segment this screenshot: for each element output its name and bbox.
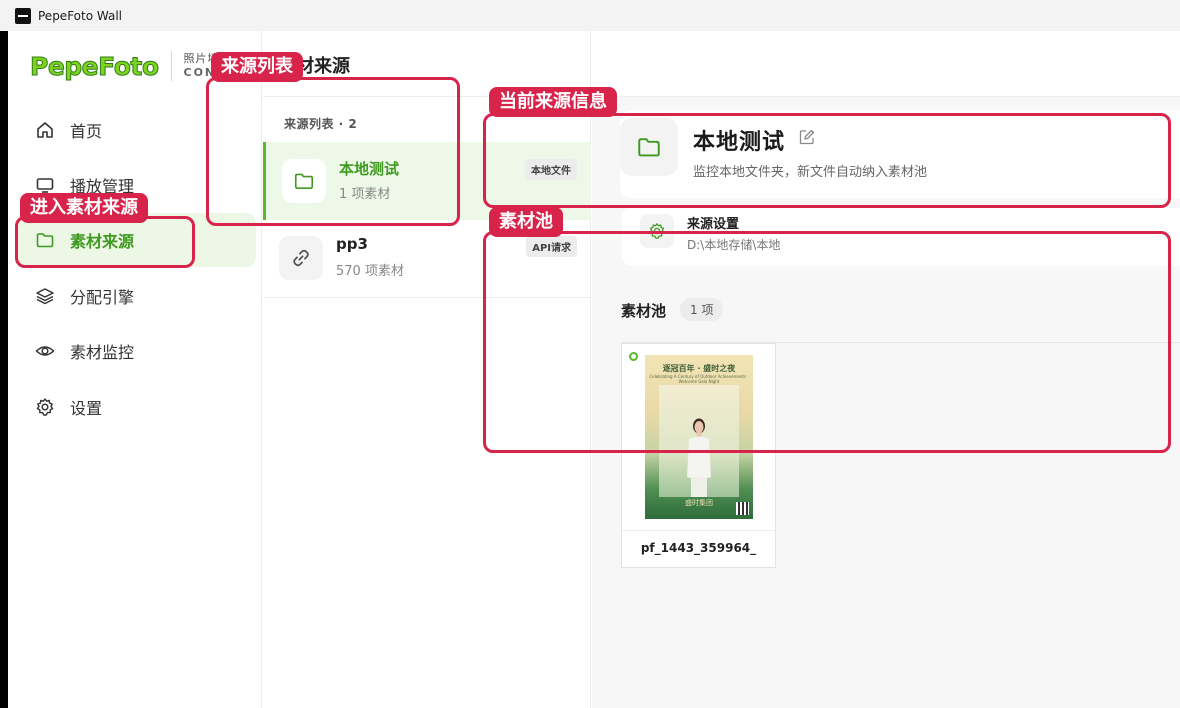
gear-icon: [34, 396, 56, 418]
source-count: 570 项素材: [336, 264, 404, 279]
link-icon: [279, 236, 323, 280]
sidebar-item-settings[interactable]: 设置: [16, 380, 256, 434]
eye-icon: [34, 340, 56, 362]
sidebar-item-label: 素材监控: [70, 343, 135, 362]
annotation-label-current-info: 当前来源信息: [489, 87, 617, 117]
annotation-box-pool: [483, 231, 1171, 453]
window-titlebar: PepeFoto Wall: [0, 0, 1180, 31]
layers-icon: [34, 285, 56, 307]
home-icon: [34, 119, 56, 141]
annotation-label-enter-sources: 进入素材来源: [20, 193, 148, 223]
window-edge: [0, 31, 8, 708]
sidebar-item-label: 分配引擎: [70, 288, 135, 307]
qr-code-icon: [736, 502, 749, 515]
source-name: pp3: [336, 235, 368, 253]
annotation-box-current-info: [483, 113, 1171, 208]
media-filename: pf_1443_359964_: [640, 541, 757, 555]
annotation-label-pool: 素材池: [489, 207, 563, 237]
source-settings-title: 来源设置: [687, 217, 740, 232]
media-divider: [622, 530, 775, 531]
sidebar-item-label: 首页: [70, 122, 103, 141]
annotation-label-source-list: 来源列表: [211, 52, 303, 82]
annotation-box-enter-sources: [15, 216, 195, 268]
logo-divider: [170, 51, 172, 81]
annotation-box-source-list: [206, 77, 460, 226]
sidebar-item-label: 设置: [70, 399, 103, 418]
page-title: 材来源: [296, 56, 350, 77]
logo-text: PepeFoto: [30, 51, 160, 81]
window-title: PepeFoto Wall: [38, 8, 122, 23]
sidebar-item-monitor[interactable]: 素材监控: [16, 324, 256, 378]
sidebar-item-engine[interactable]: 分配引擎: [16, 269, 256, 323]
app-icon: [15, 7, 31, 24]
logo: PepeFoto 照片墙 CONSO: [30, 51, 237, 81]
